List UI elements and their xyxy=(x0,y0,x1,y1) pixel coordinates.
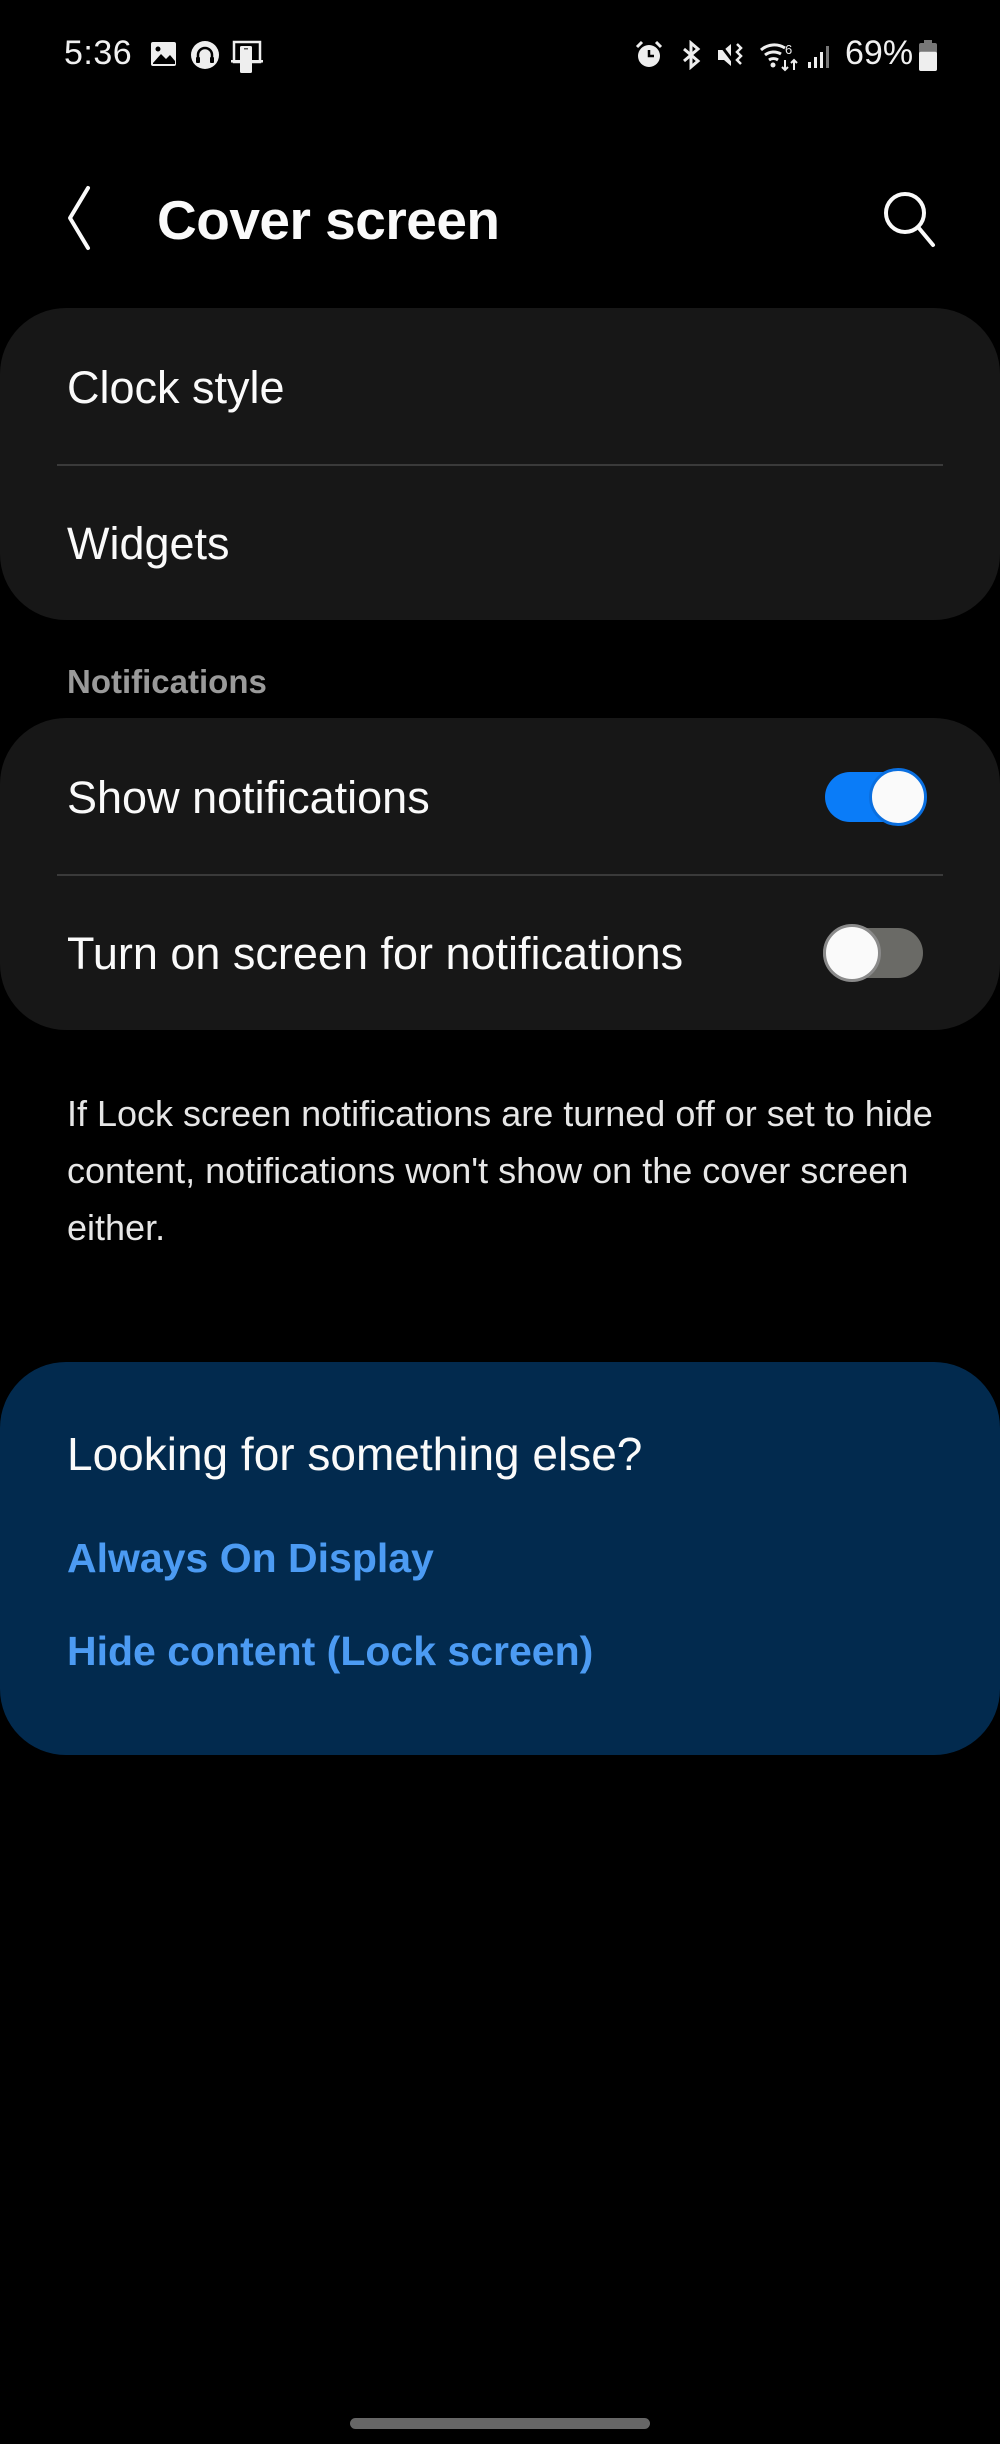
notifications-card: Show notifications Turn on screen for no… xyxy=(0,718,1000,1030)
wifi-6-icon: 6 xyxy=(759,40,801,72)
toggle-thumb xyxy=(823,924,881,982)
suggestions-card: Looking for something else? Always On Di… xyxy=(0,1362,1000,1755)
show-notifications-toggle[interactable] xyxy=(825,768,927,826)
always-on-display-link[interactable]: Always On Display xyxy=(67,1535,434,1582)
turn-on-screen-item[interactable]: Turn on screen for notifications xyxy=(0,876,1000,1031)
search-button[interactable] xyxy=(875,185,945,255)
widgets-item[interactable]: Widgets xyxy=(0,466,1000,621)
bluetooth-icon xyxy=(676,39,706,71)
display-options-card: Clock style Widgets xyxy=(0,308,1000,620)
podcast-icon xyxy=(190,40,220,70)
battery-icon xyxy=(918,40,938,71)
suggestions-title: Looking for something else? xyxy=(67,1428,643,1480)
toggle-thumb xyxy=(869,768,927,826)
section-header-notifications: Notifications xyxy=(67,663,267,700)
turn-on-screen-label: Turn on screen for notifications xyxy=(67,927,684,979)
battery-percent: 69% xyxy=(845,34,914,72)
show-notifications-item[interactable]: Show notifications xyxy=(0,720,1000,875)
mute-vibrate-icon xyxy=(716,40,746,70)
turn-on-screen-toggle[interactable] xyxy=(823,924,925,982)
alarm-icon xyxy=(634,40,664,70)
widgets-label: Widgets xyxy=(67,517,230,569)
app-bar: Cover screen xyxy=(0,160,1000,290)
status-bar: 5:36 6 69% xyxy=(0,0,1000,110)
hide-content-lock-screen-link[interactable]: Hide content (Lock screen) xyxy=(67,1628,593,1675)
status-time: 5:36 xyxy=(64,34,133,72)
back-button[interactable] xyxy=(55,180,115,260)
search-icon xyxy=(884,192,935,247)
notifications-info-text: If Lock screen notifications are turned … xyxy=(67,1093,933,1248)
signal-icon xyxy=(806,40,836,70)
clock-style-label: Clock style xyxy=(67,361,285,413)
gallery-icon xyxy=(150,40,180,70)
clock-style-item[interactable]: Clock style xyxy=(0,310,1000,465)
page-title: Cover screen xyxy=(157,189,500,251)
chevron-left-icon xyxy=(68,186,90,250)
svg-text:6: 6 xyxy=(785,42,792,57)
flex-mode-phone-icon xyxy=(230,40,263,73)
home-gesture-bar[interactable] xyxy=(350,2418,650,2429)
show-notifications-label: Show notifications xyxy=(67,771,430,823)
